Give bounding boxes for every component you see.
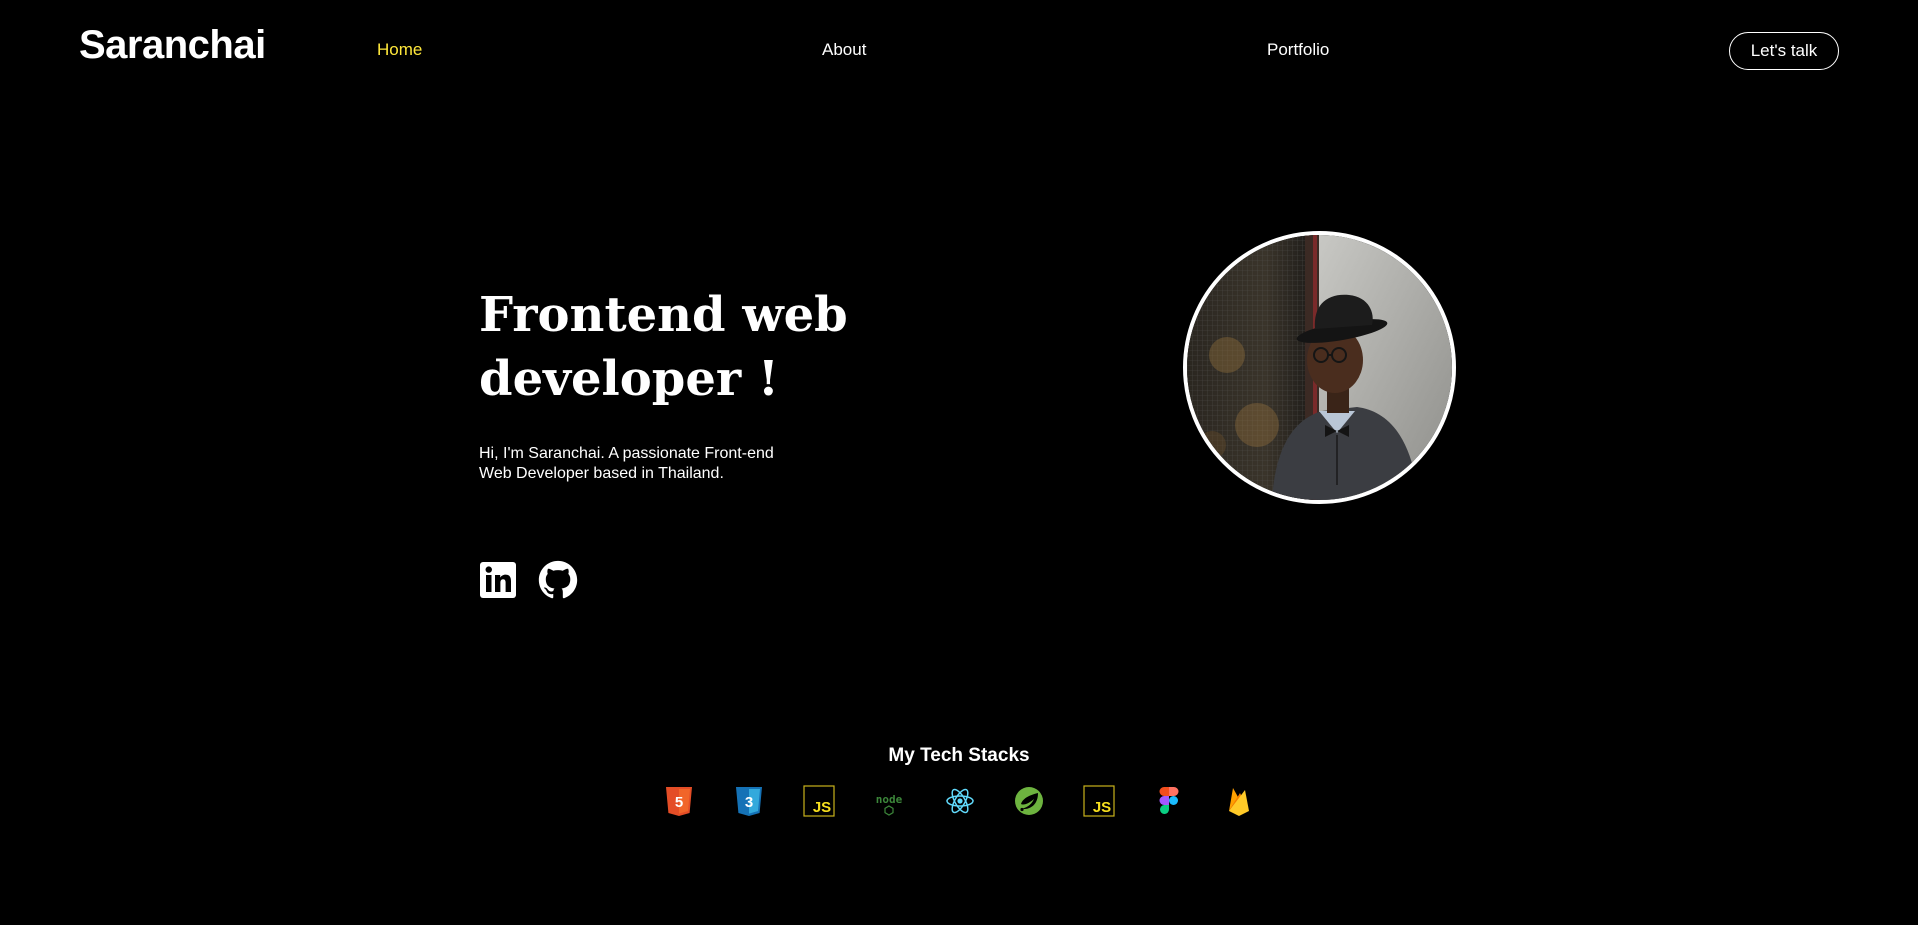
hero-title: Frontend web developer ! bbox=[479, 283, 899, 411]
tech-stacks-title: My Tech Stacks bbox=[888, 745, 1030, 766]
profile-photo bbox=[1183, 231, 1456, 504]
nodejs-icon: node bbox=[873, 785, 905, 817]
github-icon[interactable] bbox=[538, 560, 578, 600]
hero-intro-line-1: Hi, I'm Saranchai. A passionate Front-en… bbox=[479, 445, 774, 462]
css3-icon-label: 3 bbox=[745, 794, 753, 811]
nodejs-icon-label: node bbox=[876, 793, 903, 806]
hero-title-line-2: developer ! bbox=[479, 351, 779, 407]
lets-talk-button[interactable]: Let's talk bbox=[1729, 32, 1839, 70]
nav-link-portfolio[interactable]: Portfolio bbox=[1267, 41, 1329, 58]
react-icon bbox=[944, 785, 976, 817]
nav-link-home[interactable]: Home bbox=[377, 41, 422, 58]
firebase-icon bbox=[1223, 785, 1255, 817]
html5-icon-label: 5 bbox=[675, 794, 683, 811]
top-nav: Saranchai Home About Portfolio Let's tal… bbox=[0, 0, 1918, 102]
javascript-icon-label: JS bbox=[1093, 799, 1111, 816]
hero-intro-line-2: Web Developer based in Thailand. bbox=[479, 465, 724, 482]
css3-icon: 3 bbox=[733, 785, 765, 817]
linkedin-icon[interactable] bbox=[478, 560, 518, 600]
brand-logo[interactable]: Saranchai bbox=[79, 25, 266, 65]
hero-intro: Hi, I'm Saranchai. A passionate Front-en… bbox=[479, 444, 809, 484]
spring-icon bbox=[1013, 785, 1045, 817]
figma-icon bbox=[1153, 785, 1185, 817]
javascript-icon-label: JS bbox=[813, 799, 831, 816]
nav-link-about[interactable]: About bbox=[822, 41, 866, 58]
javascript-icon: JS bbox=[1083, 785, 1115, 817]
html5-icon: 5 bbox=[663, 785, 695, 817]
javascript-icon: JS bbox=[803, 785, 835, 817]
hero-title-line-1: Frontend web bbox=[479, 287, 848, 343]
